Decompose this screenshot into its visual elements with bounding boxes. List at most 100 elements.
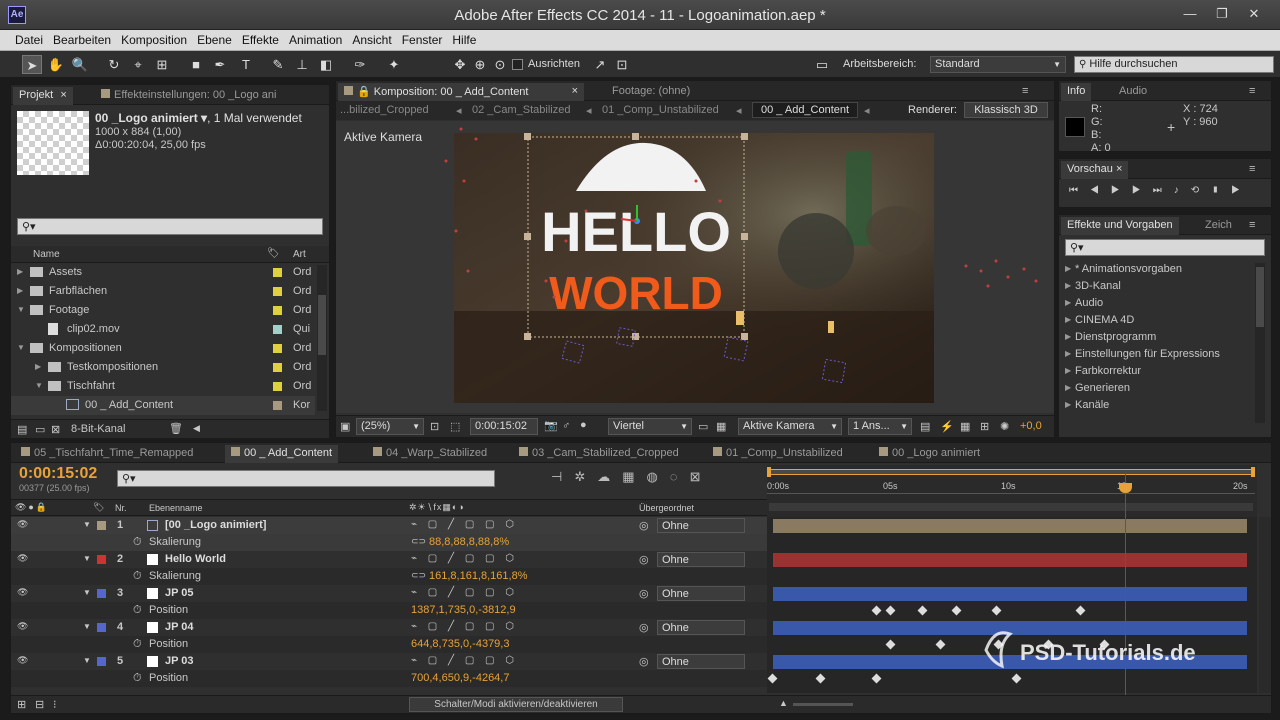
breadcrumb-item-1[interactable]: 02 _Cam_Stabilized <box>472 104 570 116</box>
motion-blur-icon[interactable]: ◍ <box>647 469 670 484</box>
tab-zeichen[interactable]: Zeich <box>1199 217 1238 235</box>
time-ruler[interactable]: 0:00s 05s 10s 15s 20s <box>767 465 1257 517</box>
parent-dropdown[interactable]: Ohne <box>657 654 745 669</box>
safe-zones-icon[interactable]: ⬚ <box>450 420 460 433</box>
expanded-arrow-icon[interactable]: ▼ <box>83 588 91 597</box>
tab-info[interactable]: Info <box>1061 83 1092 101</box>
bbox-handle[interactable] <box>632 133 639 140</box>
parent-pickwhip-icon[interactable]: ◎ <box>639 587 649 600</box>
toggle-stretch-icon[interactable]: ⁝ <box>53 698 57 711</box>
zoom-tool-icon[interactable]: 🔍 <box>70 55 90 74</box>
hand-tool-icon[interactable]: ✋ <box>46 55 66 74</box>
collapsed-arrow-icon[interactable]: ▶ <box>35 362 41 371</box>
parent-pickwhip-icon[interactable]: ◎ <box>639 553 649 566</box>
project-item[interactable]: ▼ Kompositionen Ord <box>11 339 315 358</box>
snap-feature-icon[interactable]: ⊡ <box>612 55 632 74</box>
keyframe[interactable] <box>951 605 962 616</box>
channel-icon[interactable]: ● <box>580 419 587 431</box>
switches-header-icon[interactable]: ✲☀∖fx▦◐◑ <box>409 502 465 513</box>
breadcrumb-item-0[interactable]: ...bilized_Cropped <box>340 104 429 116</box>
expanded-arrow-icon[interactable]: ▼ <box>35 381 43 390</box>
layer-row[interactable]: 👁 ▼ 2 Hello World ⌁ ▢ ╱ ▢ ▢ ⬡ ◎ Ohne <box>11 551 767 568</box>
project-item[interactable]: clip02.mov Qui <box>11 320 315 339</box>
timeline-tab[interactable]: 01 _Comp_Unstabilized <box>707 445 849 463</box>
collapsed-arrow-icon[interactable]: ▶ <box>1065 349 1071 358</box>
label-color-swatch[interactable] <box>273 401 282 410</box>
keyframe[interactable] <box>885 639 896 650</box>
close-icon[interactable]: × <box>1116 163 1122 175</box>
frame-blending-icon[interactable]: ▦ <box>622 469 646 484</box>
menu-fenster[interactable]: Fenster <box>397 30 448 47</box>
tab-effekte[interactable]: Effekte und Vorgaben <box>1061 217 1179 235</box>
fast-previews-icon[interactable]: ⚡ <box>940 420 954 433</box>
collapsed-arrow-icon[interactable]: ▶ <box>17 267 23 276</box>
tab-projekt[interactable]: Projekt × <box>13 87 73 105</box>
ram-preview-icon[interactable]: ▮▶ <box>1211 185 1252 196</box>
axis-view-icon[interactable]: ⊙ <box>490 55 510 74</box>
toggle-transfer-icon[interactable]: ⊟ <box>35 698 44 711</box>
puppet-tool-icon[interactable]: ✦ <box>384 55 404 74</box>
property-value[interactable]: 161,8,161,8,161,8% <box>429 570 527 582</box>
collapsed-arrow-icon[interactable]: ▶ <box>1065 264 1071 273</box>
always-preview-icon[interactable]: ▣ <box>340 420 350 433</box>
panel-menu-icon[interactable]: ≡ <box>1243 217 1261 235</box>
label-color-swatch[interactable] <box>273 325 282 334</box>
project-item[interactable]: ▶ Testkompositionen Ord <box>11 358 315 377</box>
bit-depth[interactable]: 8-Bit-Kanal <box>71 423 125 435</box>
visibility-eye-icon[interactable]: 👁 <box>17 519 28 530</box>
timeline-tab[interactable]: 05 _Tischfahrt_Time_Remapped <box>15 445 199 463</box>
col-ebenenname[interactable]: Ebenenname <box>149 503 203 513</box>
layer-switches-icon[interactable]: ⌁ ▢ ╱ ▢ ▢ ⬡ <box>411 587 518 598</box>
text-tool-icon[interactable]: T <box>236 55 256 74</box>
renderer-dropdown[interactable]: Klassisch 3D <box>964 102 1048 118</box>
play-icon[interactable]: ▶ <box>1111 185 1132 196</box>
trash-icon[interactable]: 🗑 <box>169 422 183 435</box>
property-row[interactable]: ⏱ Skalierung ⊂⊃ 161,8,161,8,161,8% <box>11 568 767 585</box>
keyframe[interactable] <box>1075 605 1086 616</box>
label-color-swatch[interactable] <box>273 363 282 372</box>
timeline-icon[interactable]: ▦ <box>960 420 970 433</box>
timeline-tab[interactable]: 00 _ Add_Content <box>225 445 339 463</box>
playhead-line[interactable] <box>1125 473 1126 695</box>
effects-search-input[interactable]: ⚲▾ <box>1065 239 1265 256</box>
layer-label-color[interactable] <box>97 555 106 564</box>
views-dropdown[interactable]: 1 Ans... ▼ <box>848 418 912 435</box>
layer-label-color[interactable] <box>97 589 106 598</box>
keyframe[interactable] <box>1099 639 1110 650</box>
workspace-dropdown[interactable]: Standard ▼ <box>930 56 1066 73</box>
timeline-tab[interactable]: 03 _Cam_Stabilized_Cropped <box>513 445 685 463</box>
tab-audio[interactable]: Audio <box>1113 83 1153 101</box>
shy-layers-icon[interactable]: ☁ <box>597 469 622 484</box>
label-color-swatch[interactable] <box>273 344 282 353</box>
layer-row[interactable]: 👁 ▼ 3 JP 05 ⌁ ▢ ╱ ▢ ▢ ⬡ ◎ Ohne <box>11 585 767 602</box>
brush-tool-icon[interactable]: ✎ <box>268 55 288 74</box>
project-scrollbar[interactable] <box>317 265 327 411</box>
help-search-input[interactable]: ⚲ Hilfe durchsuchen <box>1074 56 1274 73</box>
panel-menu-icon[interactable]: ≡ <box>1243 83 1261 101</box>
tab-vorschau[interactable]: Vorschau × <box>1061 161 1129 179</box>
comp-canvas[interactable]: HELLO WORLD <box>336 121 1054 413</box>
project-item[interactable]: ▼ Footage Ord <box>11 301 315 320</box>
timeline-scrollbar[interactable] <box>1259 517 1271 693</box>
show-snapshot-icon[interactable]: ♂ <box>562 420 570 432</box>
close-icon[interactable]: ✕ <box>1244 6 1264 22</box>
layer-row[interactable]: 👁 ▼ 4 JP 04 ⌁ ▢ ╱ ▢ ▢ ⬡ ◎ Ohne <box>11 619 767 636</box>
panel-menu-icon[interactable]: ≡ <box>1243 161 1261 179</box>
toggle-switches-icon[interactable]: ⊞ <box>17 698 26 711</box>
collapsed-arrow-icon[interactable]: ▶ <box>1065 315 1071 324</box>
collapsed-arrow-icon[interactable]: ▶ <box>1065 298 1071 307</box>
timeline-timecode[interactable]: 0:00:15:02 <box>19 465 97 483</box>
breadcrumb-item-current[interactable]: 00 _ Add_Content <box>752 102 859 118</box>
flowchart-icon[interactable]: ⊞ <box>980 420 989 433</box>
keyframe[interactable] <box>1011 673 1022 684</box>
close-icon[interactable]: × <box>60 89 66 101</box>
fit-icon[interactable]: ⊡ <box>430 420 439 433</box>
property-value[interactable]: 88,8,88,8,88,8% <box>429 536 509 548</box>
snapshot-icon[interactable]: 📷 <box>544 419 558 432</box>
parent-dropdown[interactable]: Ohne <box>657 620 745 635</box>
keyframe[interactable] <box>1043 639 1054 650</box>
scroll-left-icon[interactable]: ◀ <box>193 423 200 434</box>
project-item[interactable]: ▶ Farbflächen Ord <box>11 282 315 301</box>
breadcrumb-item-2[interactable]: 01 _Comp_Unstabilized <box>602 104 719 116</box>
col-type[interactable]: Art <box>293 249 306 260</box>
